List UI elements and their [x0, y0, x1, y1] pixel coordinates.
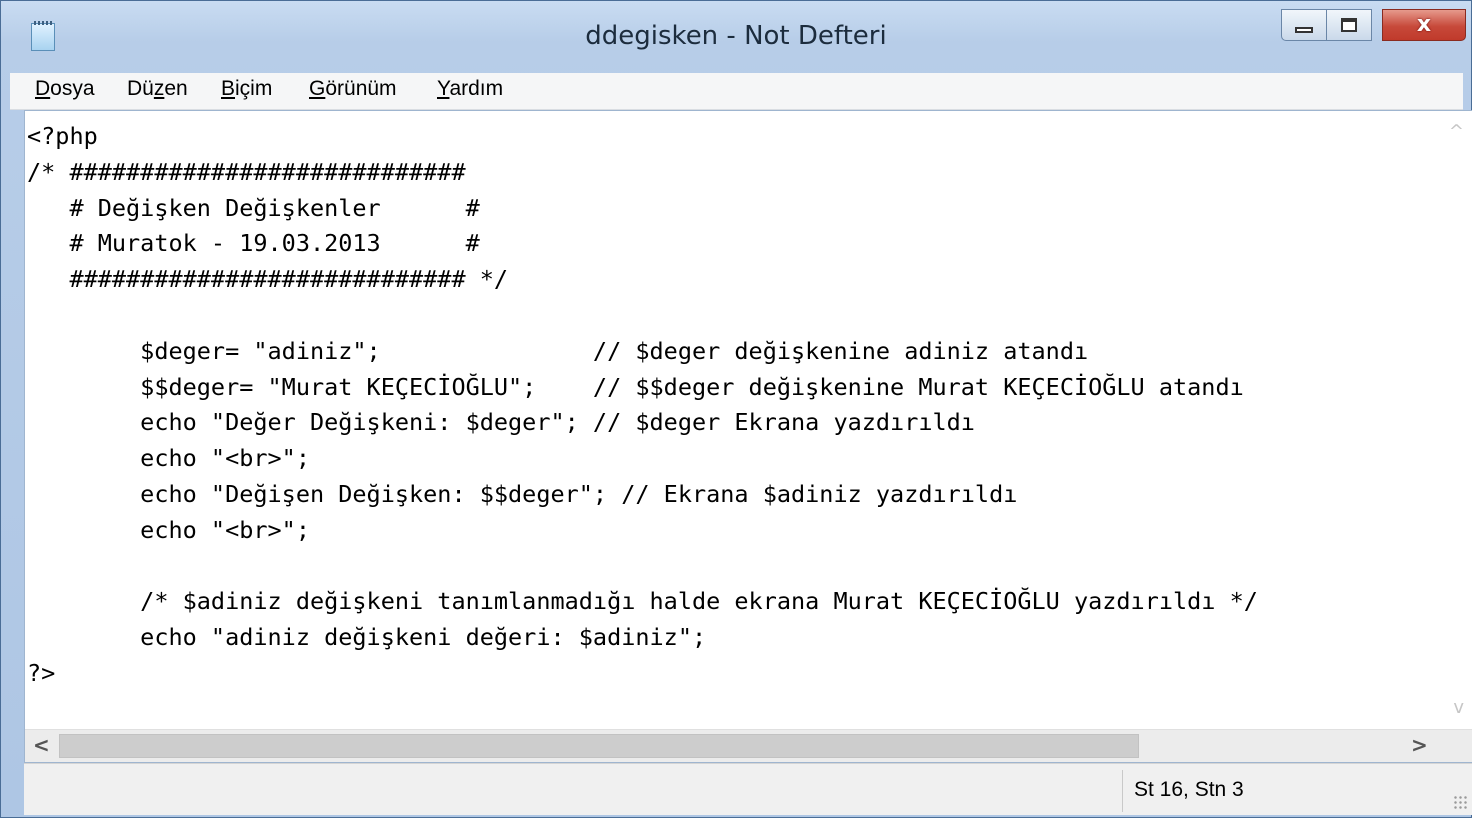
close-icon: x [1416, 12, 1432, 37]
scroll-right-arrow-icon[interactable]: > [1411, 733, 1428, 757]
window-title: ddegisken - Not Defteri [585, 21, 887, 51]
status-divider [1122, 770, 1123, 812]
resize-grip-icon[interactable] [1453, 795, 1467, 809]
cursor-position: St 16, Stn 3 [1134, 778, 1244, 801]
menu-dosya[interactable]: Dosya [35, 77, 95, 101]
horizontal-scrollbar[interactable]: < > [25, 729, 1472, 762]
menu-bar: Dosya Düzen Biçim Görünüm Yardım [10, 73, 1463, 110]
menu-yardim[interactable]: Yardım [437, 77, 503, 101]
horizontal-scroll-thumb[interactable] [59, 734, 1139, 758]
status-bar: St 16, Stn 3 [24, 763, 1472, 815]
menu-gorunum[interactable]: Görünüm [309, 77, 397, 101]
minimize-button[interactable] [1281, 9, 1327, 41]
minimize-icon [1295, 27, 1313, 33]
title-bar[interactable]: ddegisken - Not Defteri x [1, 1, 1471, 71]
scroll-up-arrow-icon[interactable]: ^ [1449, 121, 1464, 142]
editor-content[interactable]: <?php /* ############################ # … [27, 119, 1258, 692]
scroll-left-arrow-icon[interactable]: < [33, 733, 50, 757]
notepad-window: ddegisken - Not Defteri x Dosya Düzen Bi… [0, 0, 1472, 818]
scroll-down-arrow-icon[interactable]: v [1453, 697, 1464, 718]
menu-duzen[interactable]: Düzen [127, 77, 188, 101]
close-button[interactable]: x [1382, 9, 1466, 41]
maximize-icon [1341, 18, 1357, 32]
menu-bicim[interactable]: Biçim [221, 77, 272, 101]
text-editor[interactable]: <?php /* ############################ # … [24, 110, 1472, 763]
maximize-button[interactable] [1326, 9, 1372, 41]
